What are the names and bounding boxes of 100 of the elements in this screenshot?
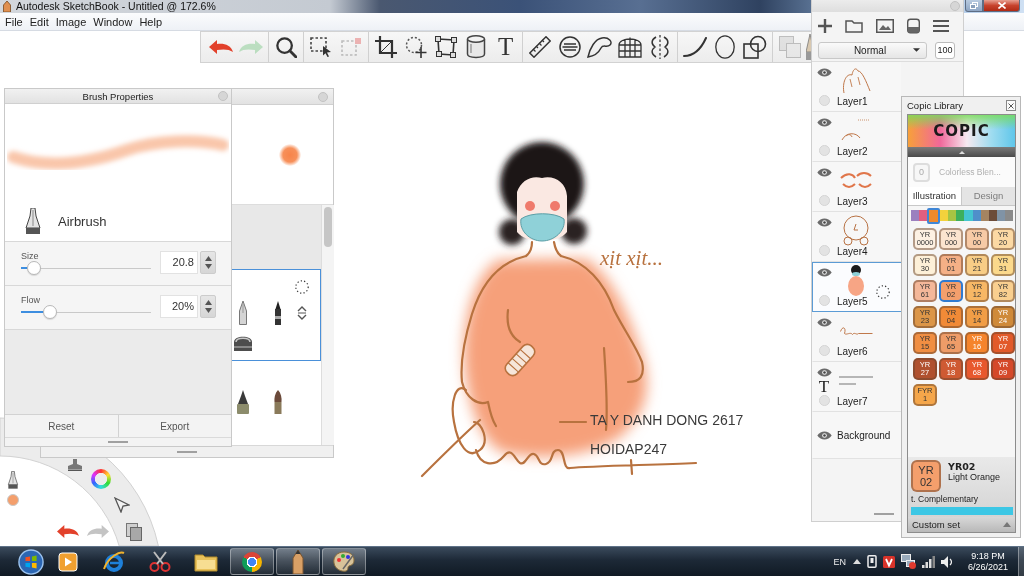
layer-row[interactable]: Layer5 xyxy=(812,262,901,312)
layer-thumbnail xyxy=(848,264,864,296)
color-family-swatch[interactable] xyxy=(988,210,997,221)
slider-thumb[interactable] xyxy=(42,305,57,319)
half-filled-square-icon[interactable] xyxy=(907,17,920,34)
value-field[interactable]: 20.8 xyxy=(160,251,198,274)
curved-shape-icon[interactable] xyxy=(587,36,614,58)
folder-icon[interactable] xyxy=(845,18,863,33)
eye-icon[interactable] xyxy=(816,68,832,77)
color-family-swatch[interactable] xyxy=(911,210,920,221)
eye-icon[interactable] xyxy=(816,118,832,127)
up-triangle-icon[interactable] xyxy=(853,559,861,564)
clock-date[interactable]: 6/26/2021 xyxy=(967,561,1008,573)
magnifier-icon[interactable] xyxy=(275,36,297,58)
clock-time[interactable]: 9:18 PM xyxy=(971,550,1005,562)
ellipse-icon[interactable] xyxy=(715,35,736,59)
close-button[interactable] xyxy=(1006,100,1016,111)
scrollbar-thumb[interactable] xyxy=(324,207,332,247)
eye-icon[interactable] xyxy=(816,318,832,327)
toggle-circle-icon[interactable] xyxy=(818,195,830,206)
menu-icon[interactable] xyxy=(933,19,949,32)
toggle-circle-icon[interactable] xyxy=(818,145,830,156)
menu-item[interactable]: Image xyxy=(52,14,90,29)
cap-icon[interactable] xyxy=(233,335,253,351)
color-family-swatch[interactable] xyxy=(964,210,973,221)
eye-icon[interactable] xyxy=(816,368,832,377)
show-desktop-button[interactable] xyxy=(1018,547,1024,576)
menu-item[interactable]: Help xyxy=(136,14,166,29)
toggle-circle-icon[interactable] xyxy=(818,395,830,406)
network-error-icon[interactable] xyxy=(901,554,916,569)
undo-icon[interactable] xyxy=(209,40,233,54)
marker-icon[interactable] xyxy=(274,301,282,325)
color-family-swatch[interactable] xyxy=(940,210,949,221)
chevron-badge-icon[interactable] xyxy=(883,555,895,568)
image-icon[interactable] xyxy=(876,18,894,33)
curved-line-icon[interactable] xyxy=(683,37,708,57)
close-button[interactable] xyxy=(983,0,1020,12)
color-family-swatch[interactable] xyxy=(972,210,981,221)
stepper-control[interactable] xyxy=(200,295,216,318)
color-family-swatch[interactable] xyxy=(980,210,989,221)
cylinder-icon[interactable] xyxy=(466,35,486,59)
text-tool[interactable]: T xyxy=(498,33,514,61)
eye-icon[interactable] xyxy=(816,268,832,277)
color-puck-icon[interactable] xyxy=(7,494,19,506)
taskbar-button[interactable] xyxy=(322,548,366,575)
menu-item[interactable]: File xyxy=(2,14,26,29)
airbrush-icon[interactable] xyxy=(7,471,19,489)
crop-icon[interactable] xyxy=(375,36,397,58)
round-brush-icon[interactable] xyxy=(273,390,283,414)
dashed-circle-move-icon[interactable] xyxy=(405,36,427,58)
color-family-swatch[interactable] xyxy=(996,210,1005,221)
brush-set-panel[interactable] xyxy=(232,269,321,361)
plus-icon[interactable] xyxy=(818,18,832,33)
color-family-swatch[interactable] xyxy=(956,210,965,221)
up-triangle-icon xyxy=(204,256,212,262)
dome-grid-icon[interactable] xyxy=(618,36,643,58)
eye-icon[interactable] xyxy=(816,168,832,177)
value-field[interactable]: 20% xyxy=(160,295,198,318)
signal-bars-icon[interactable] xyxy=(922,555,935,568)
window-title: Autodesk SketchBook - Untitled @ 172.6% xyxy=(16,0,216,13)
ink-pen-icon[interactable] xyxy=(236,390,250,414)
taskbar-button[interactable] xyxy=(276,548,320,575)
color-family-swatch[interactable] xyxy=(927,207,941,224)
up-down-arrows-icon[interactable] xyxy=(297,306,307,320)
stepper-control[interactable] xyxy=(200,251,216,274)
taskbar-button[interactable] xyxy=(230,548,274,575)
color-family-swatch[interactable] xyxy=(948,210,957,221)
color-family-swatch[interactable] xyxy=(1004,210,1014,221)
opacity-field[interactable]: 100 xyxy=(935,41,955,59)
toggle-circle-icon[interactable] xyxy=(818,345,830,356)
ruler-icon[interactable] xyxy=(529,36,552,58)
color-family-swatch[interactable] xyxy=(919,210,928,221)
device-icon[interactable] xyxy=(867,555,877,568)
stamp-icon[interactable] xyxy=(68,459,82,471)
blend-mode-dropdown[interactable]: Normal xyxy=(818,41,927,59)
menu-item[interactable]: Edit xyxy=(26,14,52,29)
layer-row[interactable]: Layer4 xyxy=(812,212,901,262)
dotted-circle-icon[interactable] xyxy=(295,280,309,294)
circle-guide-icon[interactable] xyxy=(559,36,582,58)
eye-icon[interactable] xyxy=(816,218,832,227)
custom-set-bar[interactable]: Custom set xyxy=(908,517,1015,532)
toggle-circle-icon[interactable] xyxy=(818,245,830,256)
copy-icon[interactable] xyxy=(126,523,142,541)
square-circle-icon[interactable] xyxy=(743,35,768,59)
transform-frame-icon[interactable] xyxy=(435,36,457,58)
tab[interactable]: Illustration xyxy=(908,187,962,205)
rectangle-select-icon[interactable] xyxy=(310,37,332,57)
toggle-circle-icon[interactable] xyxy=(818,295,830,306)
restore-button[interactable] xyxy=(965,0,983,12)
cursor-arrow-icon[interactable] xyxy=(114,497,130,513)
toggle-circle-icon[interactable] xyxy=(818,95,830,106)
language-indicator[interactable]: EN xyxy=(833,556,846,567)
menu-item[interactable]: Window xyxy=(90,14,136,29)
speaker-icon[interactable] xyxy=(941,555,952,568)
slider-thumb[interactable] xyxy=(27,261,41,275)
pen-nib-icon[interactable] xyxy=(238,301,248,325)
eye-icon[interactable] xyxy=(816,431,832,440)
symmetry-icon[interactable] xyxy=(649,35,672,59)
undo-icon[interactable] xyxy=(57,525,79,538)
resize-grip[interactable] xyxy=(177,450,197,453)
